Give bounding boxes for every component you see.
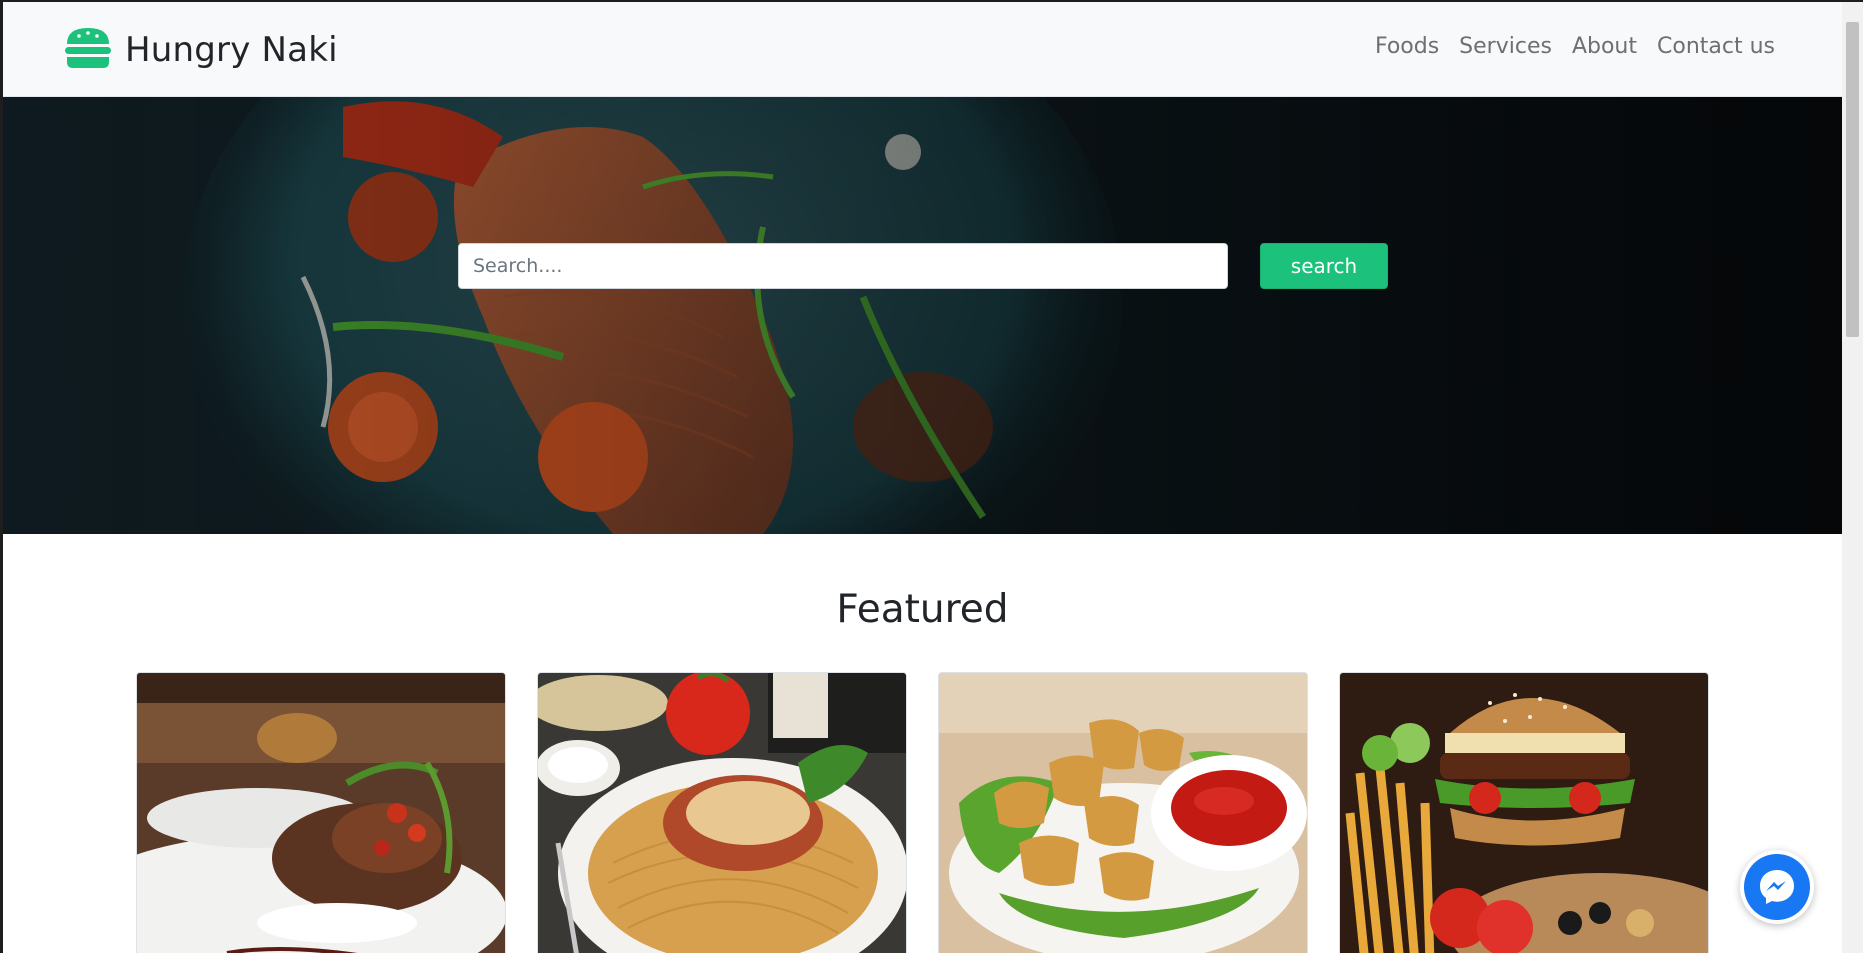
chicken-parmesan-spaghetti-image [538, 673, 906, 953]
burger-with-fries-image [1340, 673, 1708, 953]
nav-about-link[interactable]: About [1572, 30, 1637, 63]
search-input[interactable] [458, 243, 1228, 289]
navbar: Hungry Naki Foods Services About Contact… [3, 2, 1842, 97]
plated-steak-dish-image [137, 673, 505, 953]
page-viewport: Hungry Naki Foods Services About Contact… [3, 2, 1842, 953]
search-button[interactable]: search [1260, 243, 1388, 289]
hero-banner: search [3, 97, 1842, 534]
featured-card-4[interactable] [1339, 672, 1709, 953]
nav-contact-link[interactable]: Contact us [1657, 30, 1775, 63]
burger-icon [63, 26, 113, 74]
messenger-icon [1744, 854, 1810, 920]
nav-links: Foods Services About Contact us [1375, 30, 1775, 63]
messenger-chat-button[interactable] [1740, 850, 1814, 924]
scrollbar-thumb[interactable] [1846, 22, 1859, 337]
hero-food-image [3, 97, 1842, 534]
featured-card-1[interactable] [136, 672, 506, 953]
brand-name: Hungry Naki [125, 30, 338, 70]
featured-cards [136, 672, 1716, 953]
featured-card-3[interactable] [938, 672, 1308, 953]
nav-services-link[interactable]: Services [1459, 30, 1552, 63]
featured-card-2[interactable] [537, 672, 907, 953]
chicken-nuggets-ketchup-image [939, 673, 1307, 953]
nav-foods-link[interactable]: Foods [1375, 30, 1439, 63]
featured-heading: Featured [836, 587, 1009, 632]
page-scrollbar[interactable] [1842, 2, 1863, 953]
brand-link[interactable]: Hungry Naki [63, 26, 338, 74]
